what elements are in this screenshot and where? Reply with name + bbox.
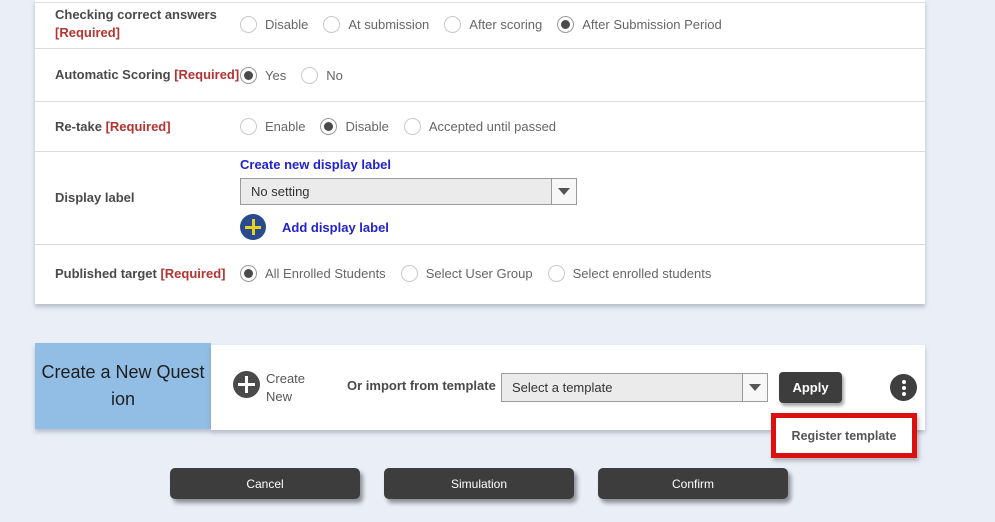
radio-option-at-submission[interactable]: At submission (323, 16, 429, 33)
select-arrow-button[interactable] (551, 179, 576, 204)
required-badge: [Required] (106, 119, 171, 134)
radio-label: After scoring (469, 17, 542, 32)
radio-label: Disable (345, 119, 388, 134)
required-badge: [Required] (160, 266, 225, 281)
chevron-down-icon (558, 188, 570, 195)
radio-icon-selected[interactable] (240, 67, 257, 84)
chevron-down-icon (749, 384, 761, 391)
radio-option-enable[interactable]: Enable (240, 118, 305, 135)
radio-label: Disable (265, 17, 308, 32)
radio-icon-selected[interactable] (240, 265, 257, 282)
options-checking-correct-answers: Disable At submission After scoring Afte… (240, 16, 722, 33)
template-select-value: Select a template (502, 380, 742, 395)
register-template-menu-item[interactable]: Register template (792, 429, 897, 443)
create-new-button[interactable]: Create New (266, 370, 322, 405)
label-text: Automatic Scoring (55, 67, 174, 82)
radio-icon[interactable] (240, 118, 257, 135)
label-text: Re-take (55, 119, 106, 134)
display-label-select[interactable]: No setting (240, 178, 577, 205)
radio-option-after-submission-period[interactable]: After Submission Period (557, 16, 721, 33)
radio-label: No (326, 68, 343, 83)
add-plus-icon[interactable] (240, 214, 266, 240)
cancel-button[interactable]: Cancel (170, 468, 360, 499)
radio-icon[interactable] (240, 16, 257, 33)
select-arrow-button[interactable] (742, 374, 767, 401)
radio-option-yes[interactable]: Yes (240, 67, 286, 84)
radio-option-after-scoring[interactable]: After scoring (444, 16, 542, 33)
register-template-menu-highlight[interactable]: Register template (771, 413, 917, 458)
radio-label: At submission (348, 17, 429, 32)
display-label-controls: Create new display label No setting Add … (240, 156, 577, 240)
template-select[interactable]: Select a template (501, 373, 768, 402)
kebab-menu-icon[interactable] (890, 374, 917, 401)
radio-label: Enable (265, 119, 305, 134)
radio-label: Accepted until passed (429, 119, 556, 134)
radio-option-disable[interactable]: Disable (320, 118, 388, 135)
options-re-take: Enable Disable Accepted until passed (240, 118, 556, 135)
radio-icon[interactable] (444, 16, 461, 33)
create-new-plus-icon[interactable] (233, 371, 260, 398)
section-title-create-a-new-question: Create a New Question (35, 343, 211, 429)
radio-label: After Submission Period (582, 17, 721, 32)
row-label-automatic-scoring: Automatic Scoring [Required] (55, 66, 240, 84)
simulation-button[interactable]: Simulation (384, 468, 574, 499)
radio-option-disable[interactable]: Disable (240, 16, 308, 33)
radio-icon[interactable] (323, 16, 340, 33)
row-checking-correct-answers: Checking correct answers [Required] Disa… (35, 0, 925, 49)
radio-label: Yes (265, 68, 286, 83)
radio-icon[interactable] (301, 67, 318, 84)
apply-button[interactable]: Apply (779, 372, 842, 403)
confirm-button[interactable]: Confirm (598, 468, 788, 499)
radio-option-accepted-until-passed[interactable]: Accepted until passed (404, 118, 556, 135)
radio-icon-selected[interactable] (320, 118, 337, 135)
options-automatic-scoring: Yes No (240, 67, 343, 84)
import-from-template-label: Or import from template (347, 378, 496, 393)
row-label-checking-correct-answers: Checking correct answers [Required] (55, 6, 240, 41)
radio-icon-selected[interactable] (557, 16, 574, 33)
options-published-target: All Enrolled Students Select User Group … (240, 265, 711, 282)
radio-label: Select User Group (426, 266, 533, 281)
label-text: Published target (55, 266, 160, 281)
row-display-label: Display label Create new display label N… (35, 152, 925, 245)
radio-option-select-enrolled-students[interactable]: Select enrolled students (548, 265, 712, 282)
required-badge: [Required] (174, 67, 239, 82)
add-display-label-link[interactable]: Add display label (282, 220, 389, 235)
radio-option-select-user-group[interactable]: Select User Group (401, 265, 533, 282)
radio-option-all-enrolled-students[interactable]: All Enrolled Students (240, 265, 386, 282)
radio-option-no[interactable]: No (301, 67, 343, 84)
radio-label: Select enrolled students (573, 266, 712, 281)
radio-icon[interactable] (401, 265, 418, 282)
radio-icon[interactable] (548, 265, 565, 282)
label-text: Checking correct answers (55, 7, 217, 22)
row-label-re-take: Re-take [Required] (55, 118, 240, 136)
row-automatic-scoring: Automatic Scoring [Required] Yes No (35, 49, 925, 102)
row-label-published-target: Published target [Required] (55, 265, 240, 283)
add-display-label-row: Add display label (240, 214, 577, 240)
row-label-display-label: Display label (55, 189, 240, 207)
divider (35, 2, 925, 3)
radio-label: All Enrolled Students (265, 266, 386, 281)
display-label-select-value: No setting (241, 184, 551, 199)
quiz-settings-panel: Checking correct answers [Required] Disa… (35, 0, 925, 304)
label-text: Display label (55, 190, 134, 205)
row-published-target: Published target [Required] All Enrolled… (35, 245, 925, 302)
radio-icon[interactable] (404, 118, 421, 135)
row-re-take: Re-take [Required] Enable Disable Accept… (35, 102, 925, 152)
required-badge: [Required] (55, 25, 120, 40)
create-new-display-label-link[interactable]: Create new display label (240, 157, 391, 172)
